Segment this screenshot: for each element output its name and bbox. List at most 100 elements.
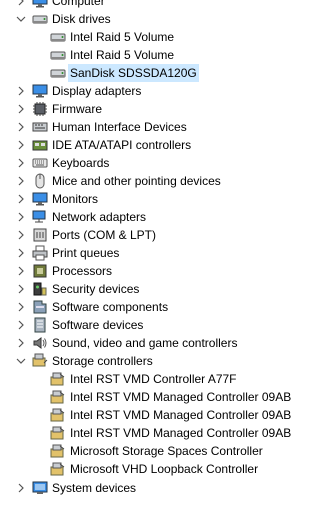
expand-chevron-icon[interactable]	[14, 172, 28, 190]
tree-item-label: Software devices	[52, 318, 144, 332]
tree-item-label: Intel Raid 5 Volume	[70, 48, 175, 62]
tree-item-label: Human Interface Devices	[52, 120, 187, 134]
tree-item-computer[interactable]: Computer	[0, 0, 305, 10]
expand-chevron-icon[interactable]	[14, 316, 28, 334]
keyboard-icon	[32, 155, 48, 171]
ide-controller-icon	[32, 137, 48, 153]
security-device-icon	[32, 281, 48, 297]
mouse-icon	[32, 173, 48, 189]
tree-item-label: Display adapters	[52, 84, 142, 98]
tree-item-keyboards[interactable]: Keyboards	[0, 154, 305, 172]
tree-item-label: Ports (COM & LPT)	[52, 228, 157, 242]
tree-item-label: Software components	[52, 300, 169, 314]
expand-chevron-icon[interactable]	[14, 298, 28, 316]
monitor-icon	[32, 191, 48, 207]
network-adapter-icon	[32, 209, 48, 225]
chip-icon	[32, 101, 48, 117]
tree-item-network-adapters[interactable]: Network adapters	[0, 208, 305, 226]
expand-chevron-icon[interactable]	[14, 154, 28, 172]
tree-item-label: Storage controllers	[52, 354, 153, 368]
expand-chevron-icon[interactable]	[14, 118, 28, 136]
tree-item-monitors[interactable]: Monitors	[0, 190, 305, 208]
tree-item-firmware[interactable]: Firmware	[0, 100, 305, 118]
tree-item-label: Computer	[52, 0, 105, 8]
collapse-chevron-icon[interactable]	[14, 352, 28, 370]
tree-item-label: Disk drives	[52, 12, 111, 26]
software-device-icon	[32, 317, 48, 333]
tree-item-software-devices[interactable]: Software devices	[0, 316, 305, 334]
expand-chevron-icon[interactable]	[14, 262, 28, 280]
tree-item-ide-controllers[interactable]: IDE ATA/ATAPI controllers	[0, 136, 305, 154]
expand-chevron-icon[interactable]	[14, 479, 28, 497]
storage-controller-icon	[50, 407, 66, 423]
storage-controller-icon	[50, 389, 66, 405]
tree-item-processors[interactable]: Processors	[0, 262, 305, 280]
monitor-icon	[32, 83, 48, 99]
tree-item-disk-selected[interactable]: SanDisk SDSSDA120G	[0, 64, 305, 82]
tree-item-disk[interactable]: Intel Raid 5 Volume	[0, 28, 305, 46]
tree-item-label: Network adapters	[52, 210, 147, 224]
tree-item-label: Mice and other pointing devices	[52, 174, 221, 188]
disk-drive-icon	[50, 47, 66, 63]
expand-chevron-icon[interactable]	[14, 136, 28, 154]
tree-item-storage-controller[interactable]: Microsoft VHD Loopback Controller	[0, 460, 305, 478]
tree-item-label: Intel RST VMD Controller A77F	[70, 372, 237, 386]
speaker-icon	[32, 335, 48, 351]
tree-item-mice[interactable]: Mice and other pointing devices	[0, 172, 305, 190]
tree-item-ports[interactable]: Ports (COM & LPT)	[0, 226, 305, 244]
tree-item-disk[interactable]: Intel Raid 5 Volume	[0, 46, 305, 64]
tree-item-label: Intel RST VMD Managed Controller 09AB	[70, 390, 292, 404]
expand-chevron-icon[interactable]	[14, 208, 28, 226]
storage-controller-icon	[50, 461, 66, 477]
computer-icon	[32, 0, 48, 9]
expand-chevron-icon[interactable]	[14, 100, 28, 118]
expand-chevron-icon[interactable]	[14, 190, 28, 208]
tree-item-label: IDE ATA/ATAPI controllers	[52, 138, 192, 152]
tree-item-sound-video-game[interactable]: Sound, video and game controllers	[0, 334, 305, 352]
tree-item-label: Keyboards	[52, 156, 110, 170]
tree-item-storage-controllers[interactable]: Storage controllers	[0, 352, 305, 370]
storage-controller-icon	[50, 443, 66, 459]
tree-item-storage-controller[interactable]: Intel RST VMD Controller A77F	[0, 370, 305, 388]
tree-item-storage-controller[interactable]: Intel RST VMD Managed Controller 09AB	[0, 406, 305, 424]
tree-item-system-devices[interactable]: System devices	[0, 479, 305, 497]
disk-drive-icon	[50, 29, 66, 45]
tree-item-label: Sound, video and game controllers	[52, 336, 238, 350]
tree-item-label: Intel Raid 5 Volume	[70, 30, 175, 44]
expand-chevron-icon[interactable]	[14, 244, 28, 262]
tree-item-label: Firmware	[52, 102, 102, 116]
storage-controller-icon	[50, 371, 66, 387]
storage-controller-icon	[50, 425, 66, 441]
tree-item-storage-controller[interactable]: Microsoft Storage Spaces Controller	[0, 442, 305, 460]
expand-chevron-icon[interactable]	[14, 82, 28, 100]
tree-item-storage-controller[interactable]: Intel RST VMD Managed Controller 09AB	[0, 388, 305, 406]
tree-item-label: Microsoft VHD Loopback Controller	[70, 462, 259, 476]
collapse-chevron-icon[interactable]	[14, 10, 28, 28]
expand-chevron-icon[interactable]	[14, 334, 28, 352]
tree-item-label: Intel RST VMD Managed Controller 09AB	[70, 426, 292, 440]
printer-icon	[32, 245, 48, 261]
tree-item-label: Intel RST VMD Managed Controller 09AB	[70, 408, 292, 422]
system-device-icon	[32, 480, 48, 496]
hid-icon	[32, 119, 48, 135]
tree-item-security-devices[interactable]: Security devices	[0, 280, 305, 298]
tree-item-label: Security devices	[52, 282, 140, 296]
tree-item-label: Monitors	[52, 192, 99, 206]
expand-chevron-icon[interactable]	[14, 280, 28, 298]
expand-chevron-icon[interactable]	[14, 0, 28, 10]
tree-item-software-components[interactable]: Software components	[0, 298, 305, 316]
expand-chevron-icon[interactable]	[14, 226, 28, 244]
tree-item-display-adapters[interactable]: Display adapters	[0, 82, 305, 100]
storage-controller-icon	[32, 353, 48, 369]
disk-drive-icon	[32, 11, 48, 27]
processor-icon	[32, 263, 48, 279]
software-component-icon	[32, 299, 48, 315]
tree-item-label: System devices	[52, 481, 137, 495]
tree-item-label: Print queues	[52, 246, 120, 260]
device-tree: Computer Disk drives Intel Raid 5 Volume…	[0, 0, 305, 512]
tree-item-storage-controller[interactable]: Intel RST VMD Managed Controller 09AB	[0, 424, 305, 442]
tree-item-print-queues[interactable]: Print queues	[0, 244, 305, 262]
tree-item-label: Microsoft Storage Spaces Controller	[70, 444, 263, 458]
tree-item-disk-drives[interactable]: Disk drives	[0, 10, 305, 28]
tree-item-human-interface-devices[interactable]: Human Interface Devices	[0, 118, 305, 136]
